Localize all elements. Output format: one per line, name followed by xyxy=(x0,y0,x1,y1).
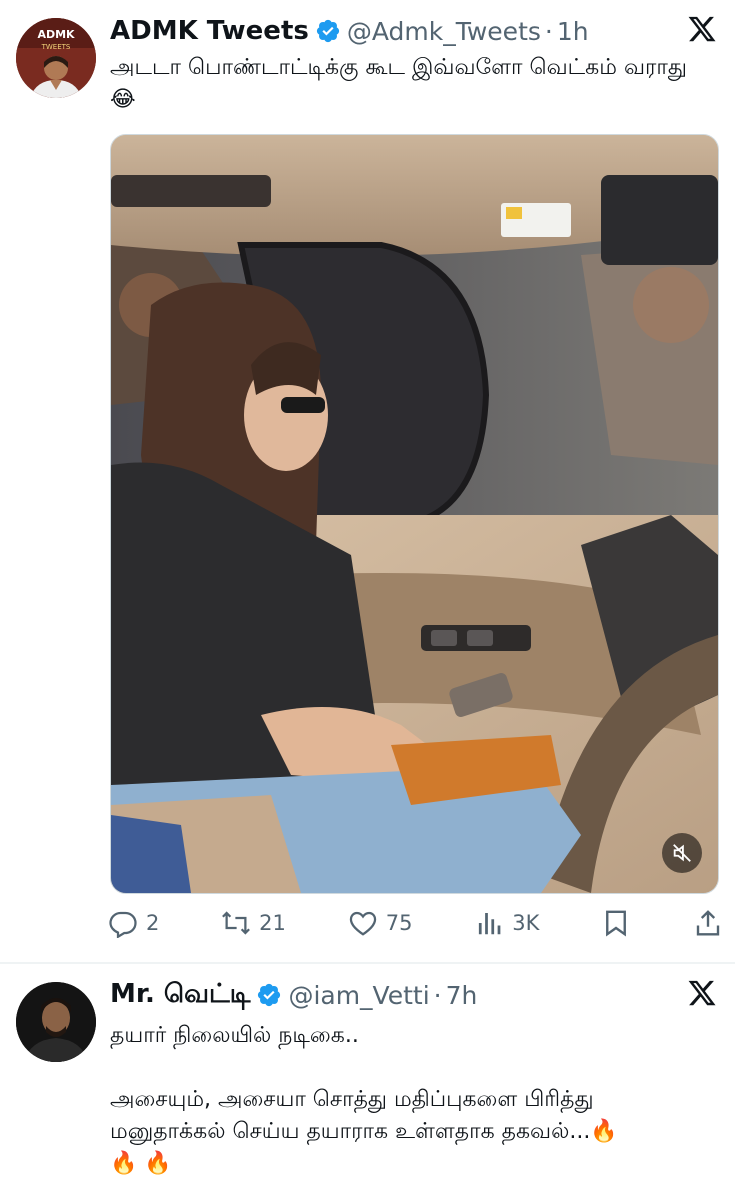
tweet-card[interactable]: ADMK TWEETS ADMK Tweets @Admk_Tweets · 1… xyxy=(0,0,735,962)
user-handle[interactable]: @Admk_Tweets xyxy=(347,17,541,46)
tweet-action-bar: 2 21 75 3K xyxy=(108,903,723,943)
video-frame-image xyxy=(111,135,718,893)
repost-icon xyxy=(222,911,251,935)
mute-icon xyxy=(673,844,691,862)
tweet-header: Mr. வெட்டி @iam_Vetti · 7h xyxy=(110,976,477,1014)
bookmark-icon xyxy=(606,910,627,937)
share-icon xyxy=(696,910,720,936)
bookmark-button[interactable] xyxy=(601,908,631,938)
view-count: 3K xyxy=(512,911,540,935)
reply-icon xyxy=(109,911,137,938)
video-media[interactable] xyxy=(110,134,719,894)
verified-badge-icon xyxy=(256,982,282,1008)
like-count: 75 xyxy=(385,911,413,935)
display-name[interactable]: ADMK Tweets xyxy=(110,16,309,46)
tweet-text: தயார் நிலையில் நடிகை.. அசையும், அசையா சொ… xyxy=(110,1023,618,1176)
like-button[interactable]: 75 xyxy=(348,908,413,938)
separator-dot: · xyxy=(433,980,442,1010)
mute-button[interactable] xyxy=(662,833,702,873)
reply-button[interactable]: 2 xyxy=(108,908,159,938)
display-name[interactable]: Mr. வெட்டி xyxy=(110,979,250,1012)
reply-count: 2 xyxy=(146,911,160,935)
timestamp[interactable]: 7h xyxy=(446,981,478,1010)
separator-dot: · xyxy=(544,16,553,46)
svg-text:ADMK: ADMK xyxy=(37,28,75,41)
tweet-header: ADMK Tweets @Admk_Tweets · 1h xyxy=(110,12,589,50)
heart-icon xyxy=(349,911,376,936)
svg-text:TWEETS: TWEETS xyxy=(41,43,71,51)
tweet-card[interactable]: Mr. வெட்டி @iam_Vetti · 7h தயார் நிலையில… xyxy=(0,964,735,1200)
verified-badge-icon xyxy=(315,18,341,44)
timestamp[interactable]: 1h xyxy=(557,17,589,46)
user-handle[interactable]: @iam_Vetti xyxy=(288,981,429,1010)
repost-count: 21 xyxy=(259,911,286,935)
avatar[interactable] xyxy=(16,982,96,1062)
views-button[interactable]: 3K xyxy=(474,908,539,938)
x-logo-icon xyxy=(687,978,717,1008)
repost-button[interactable]: 21 xyxy=(221,908,286,938)
share-button[interactable] xyxy=(693,908,723,938)
views-icon xyxy=(479,913,501,935)
x-logo-icon xyxy=(687,14,717,44)
tweet-text: அடடா பொண்டாட்டிக்கு கூட இவ்வளோ வெட்கம் வ… xyxy=(110,55,687,112)
avatar[interactable]: ADMK TWEETS xyxy=(16,18,96,98)
